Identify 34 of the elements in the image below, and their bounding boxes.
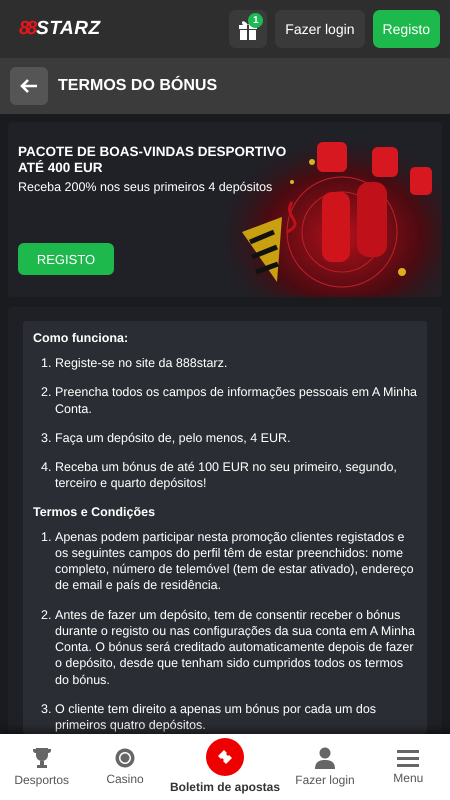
- nav-item[interactable]: Menu: [366, 734, 450, 800]
- page-title: TERMOS DO BÓNUS: [58, 77, 218, 95]
- item-number: 1.: [41, 355, 52, 372]
- casino-chip-icon: [114, 748, 135, 768]
- person-icon: [314, 747, 335, 769]
- item-number: 2.: [41, 606, 52, 624]
- banner-subtitle: Receba 200% nos seus primeiros 4 depósitos: [18, 180, 274, 194]
- trophy-icon: [32, 747, 52, 769]
- nav-item[interactable]: Desportos: [0, 734, 84, 800]
- terms-item: Antes de fazer um depósito, tem de consentir receber o bónus durante o registo ou nas configurações da sua conta em A Minha Conta. O bónus será creditado automaticamente depois de fazer o depósito, desde que tenham sido cumpridos todos os termos do bónus.: [55, 606, 416, 688]
- terms-item: Apenas podem participar nesta promoção clientes registados e os seguintes campos do perfil têm de estar preenchidos: nome completo, número de telemóvel (tem de estar ativado), endereço de email e país de residência.: [55, 528, 415, 594]
- terms-item: Registe-se no site da 888starz.: [55, 355, 228, 372]
- logo[interactable]: 88STARZ: [19, 18, 101, 40]
- nav-item[interactable]: Boletim de apostas: [166, 734, 284, 800]
- login-button[interactable]: Fazer login: [275, 10, 365, 48]
- terms-item: Faça um depósito de, pelo menos, 4 EUR.: [55, 430, 292, 446]
- notification-badge: 1: [248, 13, 264, 28]
- section-heading: Termos e Condições: [33, 504, 156, 518]
- terms-item: Receba um bónus de até 100 EUR no seu primeiro, segundo, terceiro e quarto depósitos!: [55, 459, 398, 492]
- terms-item: Preencha todos os campos de informações pessoais em A Minha Conta.: [55, 384, 417, 417]
- item-number: 1.: [41, 528, 52, 546]
- item-number: 3.: [41, 430, 52, 446]
- section-heading: Como funciona:: [33, 331, 130, 345]
- nav-item[interactable]: Casino: [83, 734, 167, 800]
- item-number: 3.: [41, 700, 52, 718]
- item-number: 4.: [41, 459, 52, 476]
- back-button[interactable]: [10, 67, 48, 105]
- item-number: 2.: [41, 384, 52, 402]
- banner-title: PACOTE DE BOAS-VINDAS DESPORTIVO ATÉ 400 EUR: [18, 144, 288, 176]
- nav-item[interactable]: Fazer login: [283, 734, 367, 800]
- back-arrow-icon: [20, 79, 38, 93]
- menu-icon: [397, 749, 420, 767]
- terms-item: O cliente tem direito a apenas um bónus por cada um dos primeiros quatro depósitos.: [55, 700, 378, 734]
- bet-slip-icon: [206, 738, 244, 776]
